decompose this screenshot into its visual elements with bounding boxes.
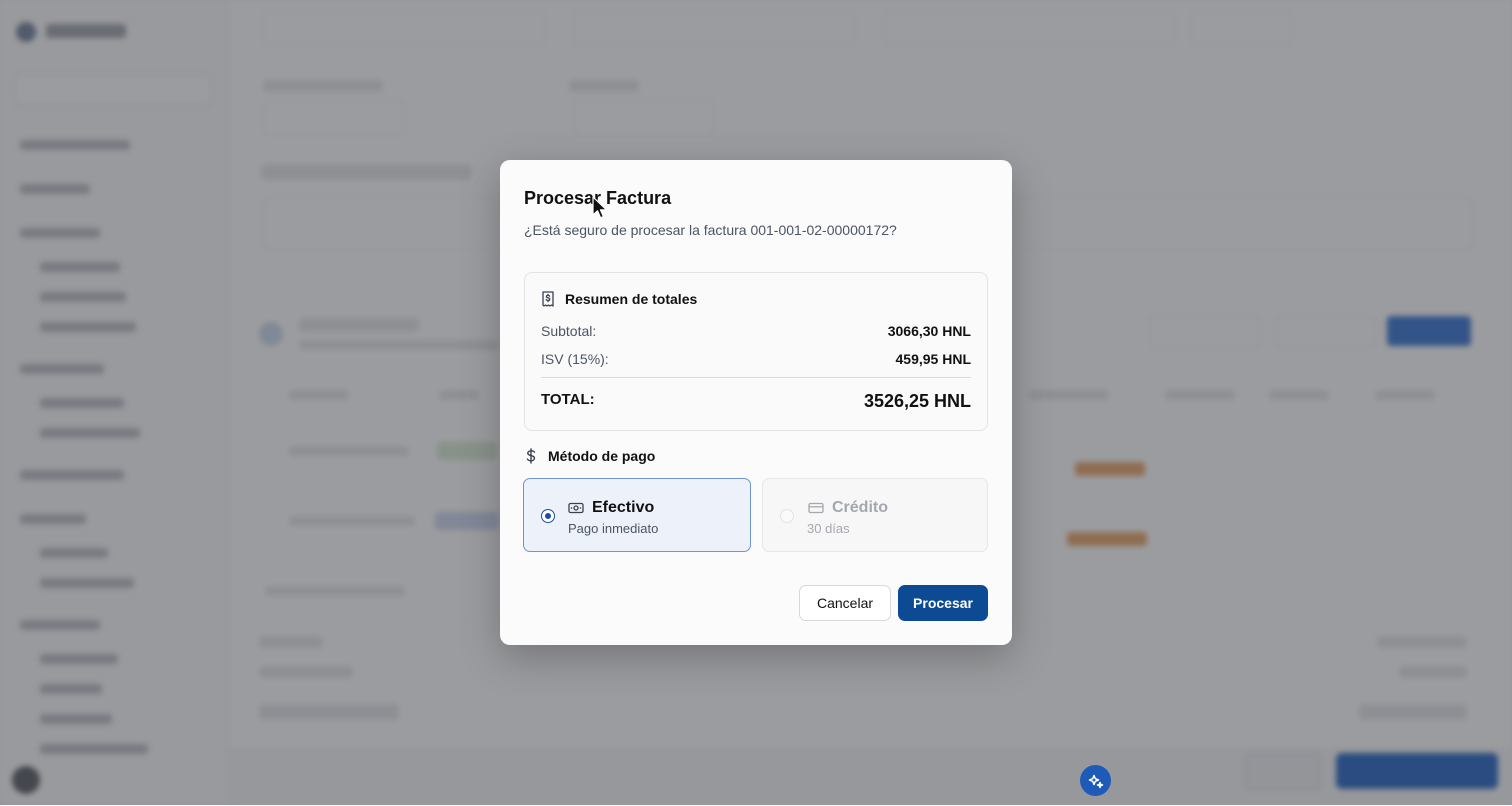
receipt-icon	[542, 291, 554, 307]
credit-option-label: Crédito	[832, 499, 888, 516]
process-invoice-dialog: Procesar Factura ¿Está seguro de procesa…	[500, 160, 1012, 645]
cash-option-line: Efectivo	[568, 499, 654, 517]
credit-option-line: Crédito	[808, 499, 888, 517]
cash-option-subtext: Pago inmediato	[568, 521, 659, 536]
cash-option-label: Efectivo	[592, 499, 655, 516]
payment-method-heading: Método de pago	[548, 448, 656, 464]
assistant-button[interactable]	[1080, 765, 1111, 796]
payment-method-header: Método de pago	[524, 448, 655, 464]
banknote-icon	[568, 502, 584, 514]
subtotal-value: 3066,30 HNL	[887, 323, 971, 339]
total-value: 3526,25 HNL	[863, 391, 971, 411]
payment-option-credit[interactable]: Crédito 30 días	[762, 478, 988, 552]
process-button[interactable]: Procesar	[898, 585, 988, 621]
totals-summary-heading: Resumen de totales	[565, 291, 698, 307]
tax-row: ISV (15%): 459,95 HNL	[541, 351, 971, 367]
tax-label: ISV (15%):	[541, 351, 609, 367]
total-row: TOTAL: 3526,25 HNL	[541, 391, 971, 412]
totals-summary-header: Resumen de totales	[541, 291, 697, 307]
cash-radio[interactable]	[541, 509, 555, 523]
tax-value: 459,95 HNL	[895, 351, 971, 367]
sparkle-icon	[1088, 774, 1103, 788]
totals-divider	[541, 377, 971, 378]
cancel-button[interactable]: Cancelar	[799, 585, 891, 621]
totals-summary: Resumen de totales Subtotal: 3066,30 HNL…	[524, 272, 988, 431]
mouse-cursor-icon	[592, 196, 607, 219]
dialog-description: ¿Está seguro de procesar la factura 001-…	[524, 222, 897, 238]
credit-card-icon	[808, 502, 824, 514]
subtotal-label: Subtotal:	[541, 323, 597, 339]
subtotal-row: Subtotal: 3066,30 HNL	[541, 323, 971, 339]
payment-option-cash[interactable]: Efectivo Pago inmediato	[523, 478, 751, 552]
dollar-icon	[526, 448, 536, 464]
credit-radio[interactable]	[780, 509, 794, 523]
total-label: TOTAL:	[541, 391, 595, 408]
credit-option-subtext: 30 días	[807, 521, 850, 536]
